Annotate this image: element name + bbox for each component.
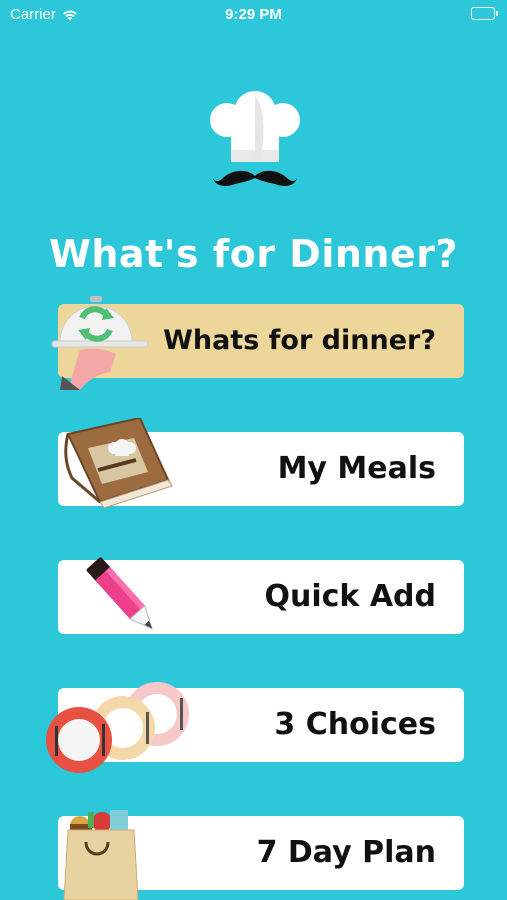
plates-icon bbox=[46, 682, 189, 773]
whats-for-dinner-label: Whats for dinner? bbox=[163, 325, 436, 356]
seven-day-plan-label: 7 Day Plan bbox=[256, 835, 436, 870]
quick-add-label: Quick Add bbox=[264, 579, 437, 614]
status-bar: Carrier 9:29 PM bbox=[0, 0, 507, 30]
grocery-bag-icon bbox=[63, 810, 139, 900]
my-meals-label: My Meals bbox=[277, 451, 436, 486]
status-time: 9:29 PM bbox=[225, 6, 282, 23]
app-title: What's for Dinner? bbox=[48, 232, 459, 276]
pencil-icon bbox=[86, 557, 153, 630]
three-choices-label: 3 Choices bbox=[274, 707, 436, 742]
cook-book-icon bbox=[64, 418, 173, 509]
chef-hat-mustache-logo bbox=[210, 91, 300, 186]
battery-icon bbox=[471, 7, 498, 20]
serving-cloche-refresh-icon bbox=[51, 296, 149, 390]
